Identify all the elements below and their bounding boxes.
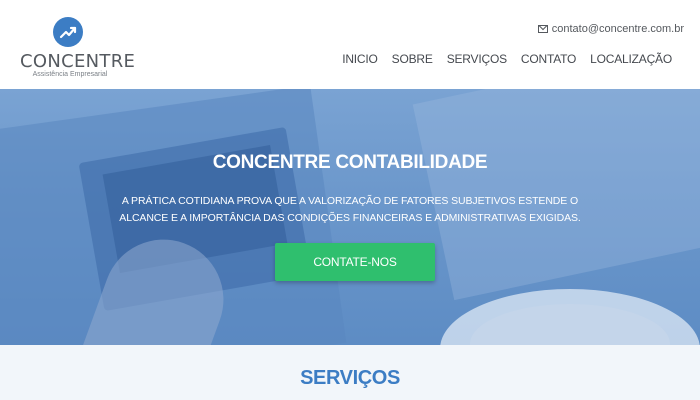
mail-icon xyxy=(537,25,548,33)
brand-name: CONCENTRE xyxy=(20,51,136,72)
services-section: SERVIÇOS xyxy=(0,345,700,400)
contact-email-text: contato@concentre.com.br xyxy=(551,23,684,35)
services-title: SERVIÇOS xyxy=(300,367,400,389)
contact-email[interactable]: contato@concentre.com.br xyxy=(537,23,684,35)
nav-item-servicos[interactable]: SERVIÇOS xyxy=(447,52,507,66)
main-nav: INICIO SOBRE SERVIÇOS CONTATO LOCALIZAÇÃ… xyxy=(328,52,672,66)
hero-text: A PRÁTICA COTIDIANA PROVA QUE A VALORIZA… xyxy=(119,195,581,224)
hero-banner: CONCENTRE CONTABILIDADE A PRÁTICA COTIDI… xyxy=(0,89,700,345)
hero-title: CONCENTRE CONTABILIDADE xyxy=(212,152,488,173)
site-header: CONCENTRE Assistência Empresarial contat… xyxy=(0,0,700,89)
nav-item-contato[interactable]: CONTATO xyxy=(521,52,576,66)
logo[interactable]: CONCENTRE Assistência Empresarial xyxy=(20,14,136,78)
nav-item-sobre[interactable]: SOBRE xyxy=(392,52,433,66)
trending-up-icon xyxy=(53,17,83,47)
nav-item-inicio[interactable]: INICIO xyxy=(342,52,378,66)
contact-us-button[interactable]: CONTATE-NOS xyxy=(275,243,435,281)
nav-item-localizacao[interactable]: LOCALIZAÇÃO xyxy=(590,52,672,66)
brand-tagline: Assistência Empresarial xyxy=(32,71,108,78)
